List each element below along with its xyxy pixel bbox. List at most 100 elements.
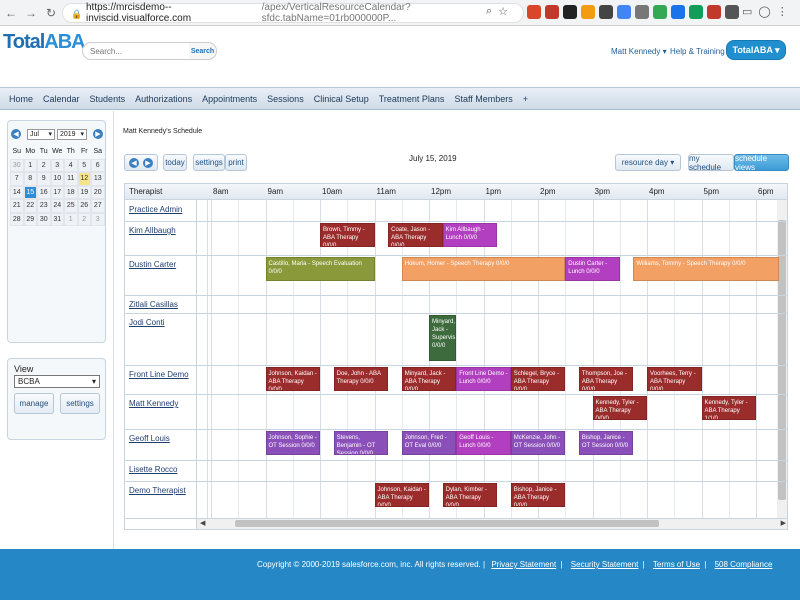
- calendar-day[interactable]: 11: [64, 172, 78, 186]
- reload-icon[interactable]: ↻: [42, 4, 60, 22]
- tab-clinical-setup[interactable]: Clinical Setup: [310, 94, 373, 104]
- year-select[interactable]: 2019 ▾: [57, 128, 87, 140]
- search-input[interactable]: [82, 42, 190, 60]
- appointment-event[interactable]: Johnson, Sophie - OT Session 0/0/0: [265, 431, 320, 455]
- tab-treatment-plans[interactable]: Treatment Plans: [375, 94, 449, 104]
- appointment-event[interactable]: Williams, Tommy - Speech Therapy 0/0/0: [633, 257, 779, 281]
- calendar-day[interactable]: 3: [50, 158, 64, 172]
- calendar-day[interactable]: 8: [23, 172, 37, 186]
- tab-authorizations[interactable]: Authorizations: [131, 94, 196, 104]
- appointment-event[interactable]: Schlegel, Bryce - ABA Therapy 0/0/0: [510, 367, 566, 391]
- appointment-event[interactable]: Johnson, Fred - OT Eval 0/0/0: [401, 431, 457, 455]
- calendar-day[interactable]: 18: [64, 185, 78, 199]
- appointment-event[interactable]: Hokum, Homer - Speech Therapy 0/0/0: [401, 257, 566, 281]
- calendar-day[interactable]: 17: [50, 185, 64, 199]
- extension-icon[interactable]: [599, 5, 613, 19]
- therapist-name[interactable]: Kim Allbaugh: [129, 226, 176, 235]
- footer-link-privacy-statement[interactable]: Privacy Statement: [491, 560, 556, 569]
- appointment-event[interactable]: Bishop, Janice - ABA Therapy 0/0/0: [510, 483, 566, 507]
- appointment-event[interactable]: Minyard, Jack - Supervisio 0/0/0: [429, 315, 457, 361]
- appointment-event[interactable]: Johnson, Kaidan - ABA Therapy 0/0/0: [265, 367, 320, 391]
- tab-appointments[interactable]: Appointments: [198, 94, 261, 104]
- calendar-day[interactable]: 7: [10, 172, 24, 186]
- app-switcher[interactable]: TotalABA ▾: [726, 40, 786, 60]
- extension-icon[interactable]: [545, 5, 559, 19]
- therapist-name[interactable]: Geoff Louis: [129, 434, 170, 443]
- schedule-settings-button[interactable]: settings: [193, 154, 225, 171]
- appointment-event[interactable]: Castillo, Maria - Speech Evaluation 0/0/…: [265, 257, 375, 281]
- appointment-event[interactable]: Bishop, Janice - OT Session 0/0/0: [578, 431, 634, 455]
- forward-icon[interactable]: →: [22, 4, 40, 22]
- therapist-name[interactable]: Demo Therapist: [129, 486, 186, 495]
- appointment-event[interactable]: Brown, Timmy - ABA Therapy 0/0/0: [320, 223, 375, 247]
- calendar-day[interactable]: 21: [10, 199, 24, 213]
- therapist-name[interactable]: Zitlali Casillas: [129, 300, 178, 309]
- tab-staff-members[interactable]: Staff Members: [450, 94, 516, 104]
- browser-menu-icon[interactable]: ⋮: [777, 5, 788, 18]
- view-settings-button[interactable]: settings: [60, 393, 100, 414]
- extension-icon[interactable]: [653, 5, 667, 19]
- calendar-day[interactable]: 12: [77, 172, 91, 186]
- calendar-day[interactable]: 16: [37, 185, 51, 199]
- profile-icon[interactable]: ◯: [758, 5, 770, 18]
- tab-home[interactable]: Home: [5, 94, 37, 104]
- calendar-day[interactable]: 26: [77, 199, 91, 213]
- appointment-event[interactable]: Voorhees, Terry - ABA Therapy 0/0/0: [647, 367, 702, 391]
- calendar-day[interactable]: 30: [37, 212, 51, 226]
- schedule-views-button[interactable]: schedule views: [734, 154, 789, 172]
- extension-icon[interactable]: [671, 5, 685, 19]
- tab-calendar[interactable]: Calendar: [39, 94, 84, 104]
- appointment-event[interactable]: Thompson, Joe - ABA Therapy 0/0/0: [578, 367, 634, 391]
- calendar-day[interactable]: 20: [91, 185, 105, 199]
- appointment-event[interactable]: Front Line Demo - Lunch 0/0/0: [456, 367, 511, 391]
- prev-month-icon[interactable]: ◀: [11, 129, 21, 139]
- calendar-day[interactable]: 14: [10, 185, 24, 199]
- calendar-day[interactable]: 23: [37, 199, 51, 213]
- footer-link-terms-of-use[interactable]: Terms of Use: [653, 560, 700, 569]
- cast-icon[interactable]: ▭: [742, 5, 752, 18]
- calendar-day[interactable]: 31: [50, 212, 64, 226]
- next-month-icon[interactable]: ▶: [93, 129, 103, 139]
- view-select[interactable]: BCBA ▾: [14, 375, 100, 388]
- horizontal-scrollbar[interactable]: ◀ ▶: [197, 518, 787, 529]
- vertical-scroll-thumb[interactable]: [778, 220, 786, 500]
- horizontal-scroll-thumb[interactable]: [235, 520, 659, 527]
- calendar-day[interactable]: 1: [23, 158, 37, 172]
- calendar-day[interactable]: 27: [91, 199, 105, 213]
- tab-add-icon[interactable]: +: [519, 94, 532, 104]
- appointment-event[interactable]: Kim Allbaugh - Lunch 0/0/0: [442, 223, 498, 247]
- calendar-day[interactable]: 29: [23, 212, 37, 226]
- resource-day-dropdown[interactable]: resource day ▾: [615, 154, 681, 171]
- extension-icon[interactable]: [725, 5, 739, 19]
- search-button[interactable]: Search: [189, 42, 217, 60]
- address-bar[interactable]: 🔒 https://mrcisdemo--inviscid.visualforc…: [62, 2, 524, 24]
- appointment-event[interactable]: Dustin Carter - Lunch 0/0/0: [565, 257, 620, 281]
- therapist-name[interactable]: Matt Kennedy: [129, 399, 178, 408]
- therapist-name[interactable]: Practice Admin: [129, 205, 182, 214]
- calendar-day[interactable]: 28: [10, 212, 24, 226]
- bookmark-star-icon[interactable]: ☆: [498, 5, 508, 18]
- appointment-event[interactable]: Kennedy, Tyler - ABA Therapy 1/1/0: [701, 396, 756, 420]
- calendar-day[interactable]: 9: [37, 172, 51, 186]
- my-schedule-button[interactable]: my schedule: [688, 154, 734, 172]
- next-day-icon[interactable]: ▶: [143, 157, 153, 168]
- calendar-day[interactable]: 6: [91, 158, 105, 172]
- calendar-day[interactable]: 24: [50, 199, 64, 213]
- month-select[interactable]: Jul ▾: [27, 128, 55, 140]
- calendar-day[interactable]: 13: [91, 172, 105, 186]
- extension-icon[interactable]: [617, 5, 631, 19]
- calendar-day[interactable]: 22: [23, 199, 37, 213]
- scroll-left-icon[interactable]: ◀: [200, 519, 205, 527]
- user-menu[interactable]: Matt Kennedy ▾: [611, 47, 667, 56]
- calendar-day[interactable]: 30: [10, 158, 24, 172]
- today-button[interactable]: today: [163, 154, 187, 171]
- calendar-day[interactable]: 2: [77, 212, 91, 226]
- calendar-day[interactable]: 4: [64, 158, 78, 172]
- footer-link-508-compliance[interactable]: 508 Compliance: [715, 560, 773, 569]
- appointment-event[interactable]: Geoff Louis - Lunch 0/0/0: [456, 431, 511, 455]
- prev-day-icon[interactable]: ◀: [129, 157, 139, 168]
- tab-sessions[interactable]: Sessions: [263, 94, 308, 104]
- calendar-day[interactable]: 1: [64, 212, 78, 226]
- appointment-event[interactable]: Johnson, Kaidan - ABA Therapy 0/0/0: [374, 483, 429, 507]
- calendar-day[interactable]: 15: [23, 185, 37, 199]
